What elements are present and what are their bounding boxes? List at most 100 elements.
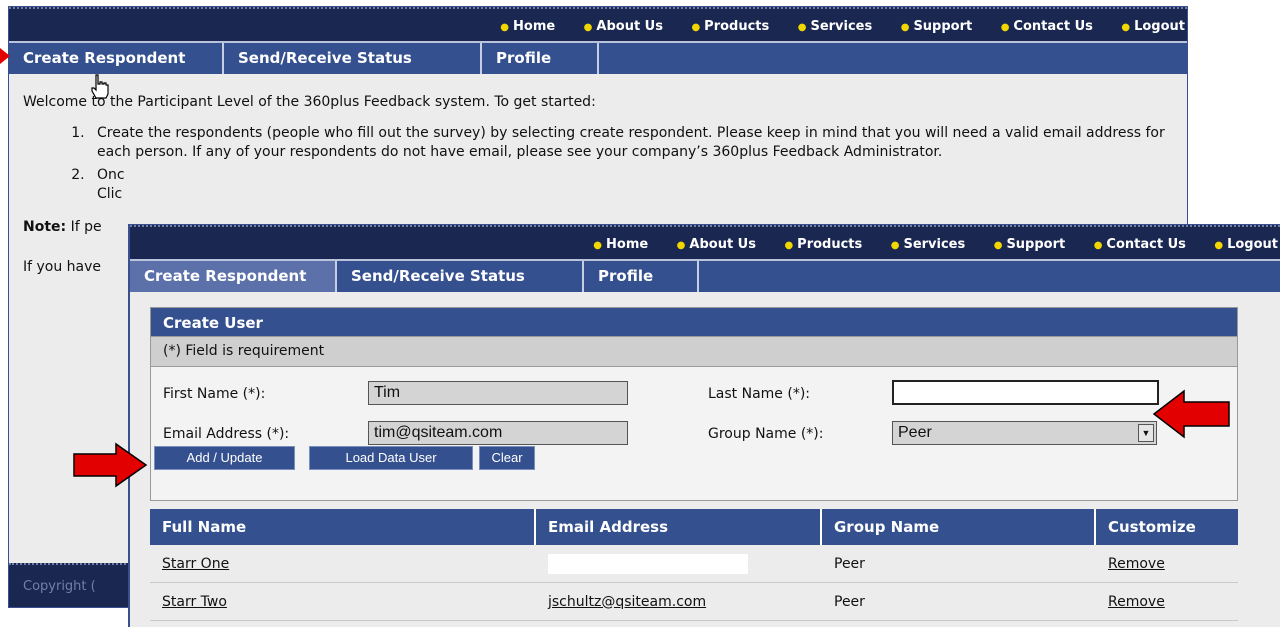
- step-2: Onc Clic: [89, 166, 1167, 204]
- nav-products-link[interactable]: ● Products: [784, 237, 862, 252]
- nav-logout-link[interactable]: ● Logout: [1121, 19, 1185, 34]
- nav-about-link[interactable]: ● About Us: [677, 237, 756, 252]
- remove-link[interactable]: Remove: [1108, 556, 1165, 572]
- nav-logout-label: Logout: [1134, 19, 1185, 34]
- first-name-input[interactable]: Tim: [368, 381, 628, 405]
- bullet-icon: ●: [676, 240, 686, 251]
- nav-contact-label: Contact Us: [1013, 19, 1093, 34]
- bullet-icon: ●: [993, 240, 1003, 251]
- nav-support-link[interactable]: ● Support: [901, 19, 973, 34]
- bullet-icon: ●: [1121, 22, 1131, 33]
- redacted-email: [548, 553, 748, 574]
- tab-profile[interactable]: Profile: [584, 261, 699, 292]
- step-2-text-line2: Clic: [97, 186, 123, 202]
- table-header-row: Full Name Email Address Group Name Custo…: [150, 509, 1238, 545]
- nav-about-link[interactable]: ● About Us: [584, 19, 663, 34]
- nav-support-link[interactable]: ● Support: [994, 237, 1066, 252]
- nav-home-link[interactable]: ● Home: [500, 19, 555, 34]
- header-group-name[interactable]: Group Name: [822, 509, 1096, 545]
- nav-services-label: Services: [810, 19, 873, 34]
- nav-contact-link[interactable]: ● Contact Us: [1001, 19, 1093, 34]
- bullet-icon: ●: [1093, 240, 1103, 251]
- bullet-icon: ●: [593, 240, 603, 251]
- steps-list: Create the respondents (people who fill …: [23, 124, 1167, 204]
- tab-create-respondent[interactable]: Create Respondent: [9, 43, 224, 74]
- red-arrow-right-icon: [73, 442, 148, 488]
- full-name-cell: Starr One: [150, 545, 536, 582]
- customize-cell: Remove: [1096, 583, 1238, 620]
- customize-cell: Remove: [1096, 545, 1238, 582]
- nav-services-link[interactable]: ● Services: [891, 237, 966, 252]
- group-name-value: Peer: [898, 424, 932, 441]
- bullet-icon: ●: [500, 22, 510, 33]
- red-arrow-tip-icon: [0, 48, 10, 64]
- bullet-icon: ●: [691, 22, 701, 33]
- header-email-address[interactable]: Email Address: [536, 509, 822, 545]
- header-customize: Customize: [1108, 518, 1196, 536]
- nav-home-label: Home: [606, 237, 649, 252]
- nav-support-label: Support: [1006, 237, 1066, 252]
- nav-contact-link[interactable]: ● Contact Us: [1094, 237, 1186, 252]
- header-full-name[interactable]: Full Name: [150, 509, 536, 545]
- bullet-icon: ●: [1214, 240, 1224, 251]
- required-note: (*) Field is requirement: [151, 336, 1237, 367]
- nav-about-label: About Us: [596, 19, 663, 34]
- step-2-text: Onc: [97, 167, 125, 183]
- nav-products-label: Products: [797, 237, 863, 252]
- load-data-user-button[interactable]: Load Data User: [309, 446, 473, 470]
- tab-create-respondent[interactable]: Create Respondent: [130, 261, 337, 292]
- nav-products-link[interactable]: ● Products: [691, 19, 769, 34]
- nav-about-label: About Us: [689, 237, 756, 252]
- table-row: Starr One Peer Remove: [150, 545, 1238, 583]
- group-name-label: Group Name (*):: [708, 426, 824, 442]
- welcome-text: Welcome to the Participant Level of the …: [23, 94, 596, 110]
- bullet-icon: ●: [583, 22, 593, 33]
- group-cell: Peer: [834, 555, 865, 572]
- respondent-name-link[interactable]: Starr One: [162, 556, 229, 572]
- respondent-name-link[interactable]: Starr Two: [162, 594, 227, 610]
- nav-support-label: Support: [913, 19, 973, 34]
- nav-contact-label: Contact Us: [1106, 237, 1186, 252]
- group-cell: Peer: [834, 593, 865, 610]
- foreground-window: ● Home ● About Us ● Products ● Services ● Sup…: [128, 224, 1280, 627]
- nav-logout-link[interactable]: ● Logout: [1214, 237, 1278, 252]
- nav-logout-label: Logout: [1227, 237, 1278, 252]
- nav-services-link[interactable]: ● Services: [798, 19, 873, 34]
- tab-send-receive-status[interactable]: Send/Receive Status: [224, 43, 482, 74]
- top-nav-bar: ● Home ● About Us ● Products ● Services ● Sup…: [130, 225, 1280, 259]
- table-row: Starr Two jschultz@qsiteam.com Peer Remo…: [150, 583, 1238, 621]
- red-arrow-left-icon: [1152, 389, 1230, 439]
- tab-bar: Create Respondent Send/Receive Status Pr…: [130, 259, 1280, 292]
- note-body: If pe: [70, 219, 102, 235]
- full-name-cell: Starr Two: [150, 583, 536, 620]
- nav-home-label: Home: [513, 19, 556, 34]
- bullet-icon: ●: [900, 22, 910, 33]
- remove-link[interactable]: Remove: [1108, 594, 1165, 610]
- bullet-icon: ●: [784, 240, 794, 251]
- last-name-label: Last Name (*):: [708, 386, 811, 402]
- tab-profile[interactable]: Profile: [482, 43, 599, 74]
- email-cell: jschultz@qsiteam.com: [536, 583, 822, 620]
- email-input[interactable]: tim@qsiteam.com: [368, 421, 628, 445]
- nav-services-label: Services: [903, 237, 966, 252]
- bullet-icon: ●: [797, 22, 807, 33]
- nav-products-label: Products: [704, 19, 770, 34]
- nav-home-link[interactable]: ● Home: [593, 237, 648, 252]
- step-1: Create the respondents (people who fill …: [89, 124, 1167, 162]
- note-label: Note:: [23, 219, 67, 235]
- email-link[interactable]: jschultz@qsiteam.com: [548, 594, 706, 610]
- top-nav-bar: ● Home ● About Us ● Products ● Services ● Sup…: [9, 7, 1187, 41]
- email-label: Email Address (*):: [163, 426, 290, 442]
- tab-send-receive-status[interactable]: Send/Receive Status: [337, 261, 584, 292]
- first-name-label: First Name (*):: [163, 386, 266, 402]
- create-user-panel: Create User (*) Field is requirement Fir…: [150, 307, 1238, 501]
- group-name-select[interactable]: Peer ▼: [892, 421, 1157, 445]
- tab-bar: Create Respondent Send/Receive Status Pr…: [9, 41, 1187, 74]
- respondents-table: Full Name Email Address Group Name Custo…: [150, 509, 1238, 621]
- clear-button[interactable]: Clear: [479, 446, 535, 470]
- hand-cursor-icon: [91, 74, 109, 99]
- last-name-input[interactable]: [892, 380, 1159, 405]
- bullet-icon: ●: [890, 240, 900, 251]
- add-update-button[interactable]: Add / Update: [154, 446, 295, 470]
- bullet-icon: ●: [1000, 22, 1010, 33]
